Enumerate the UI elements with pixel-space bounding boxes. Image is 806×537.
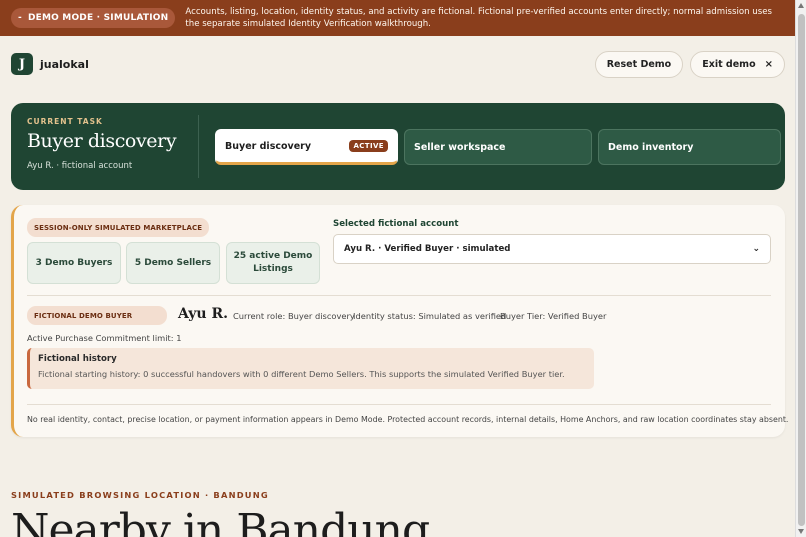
task-divider	[198, 115, 199, 178]
stat-demo-sellers: 5 Demo Sellers	[126, 242, 220, 284]
task-eyebrow: CURRENT TASK	[27, 117, 103, 126]
account-select[interactable]: Ayu R. · Verified Buyer · simulated ⌄	[333, 234, 771, 264]
history-title: Fictional history	[38, 354, 117, 364]
exit-demo-button[interactable]: Exit demo ×	[690, 50, 785, 78]
scrollbar-thumb[interactable]	[798, 14, 805, 526]
demo-mode-pill: - DEMO MODE · SIMULATION	[11, 8, 176, 28]
marketplace-chip: SESSION-ONLY SIMULATED MARKETPLACE	[27, 218, 210, 237]
demo-account-panel: SESSION-ONLY SIMULATED MARKETPLACE 3 Dem…	[11, 205, 789, 437]
task-title: Buyer discovery	[27, 130, 177, 152]
current-task-card: CURRENT TASK Buyer discovery Ayu R. · fi…	[11, 103, 785, 190]
identity-status: Identity status: Simulated as verified	[353, 311, 507, 321]
page-scrollbar[interactable]	[795, 0, 806, 537]
account-select-label: Selected fictional account	[333, 219, 459, 229]
account-select-value: Ayu R. · Verified Buyer · simulated	[344, 244, 511, 254]
app-header: J jualokal Reset Demo Exit demo ×	[11, 50, 785, 78]
tab-label: Buyer discovery	[225, 140, 312, 152]
stat-demo-buyers: 3 Demo Buyers	[27, 242, 121, 284]
reset-demo-label: Reset Demo	[606, 58, 672, 70]
tab-demo-inventory[interactable]: Demo inventory	[598, 129, 781, 165]
task-tabs: Buyer discovery ACTIVE Seller workspace …	[215, 129, 781, 165]
panel-divider	[27, 404, 771, 405]
scroll-down-icon[interactable]	[798, 529, 804, 534]
reset-demo-button[interactable]: Reset Demo	[594, 50, 684, 78]
fictional-history-note: Fictional history Fictional starting his…	[27, 348, 594, 389]
close-icon: ×	[764, 58, 773, 70]
stat-active-listings: 25 active Demo Listings	[226, 242, 320, 284]
current-role: Current role: Buyer discovery	[233, 311, 355, 321]
privacy-notice: No real identity, contact, precise locat…	[27, 415, 789, 424]
brand-name[interactable]: jualokal	[40, 58, 89, 71]
demo-mode-banner: - DEMO MODE · SIMULATION Accounts, listi…	[0, 0, 795, 36]
buyer-name: Ayu R.	[178, 306, 228, 322]
pill-dash: -	[18, 13, 22, 23]
buyer-chip: FICTIONAL DEMO BUYER	[27, 306, 167, 325]
active-badge: ACTIVE	[349, 140, 388, 152]
buyer-tier: Buyer Tier: Verified Buyer	[500, 311, 607, 321]
panel-divider	[27, 295, 771, 296]
tab-buyer-discovery[interactable]: Buyer discovery ACTIVE	[215, 129, 398, 165]
tab-label: Demo inventory	[608, 141, 694, 153]
history-text: Fictional starting history: 0 successful…	[38, 369, 565, 379]
nearby-title: Nearby in Bandung	[11, 505, 430, 537]
chevron-down-icon: ⌄	[752, 244, 760, 254]
tab-seller-workspace[interactable]: Seller workspace	[404, 129, 592, 165]
task-summary: CURRENT TASK Buyer discovery Ayu R. · fi…	[27, 117, 177, 171]
exit-demo-label: Exit demo	[702, 58, 756, 70]
purchase-limit: Active Purchase Commitment limit: 1	[27, 333, 182, 343]
banner-text: Accounts, listing, location, identity st…	[185, 6, 772, 30]
pill-label: DEMO MODE · SIMULATION	[27, 13, 169, 23]
header-actions: Reset Demo Exit demo ×	[594, 50, 785, 78]
location-eyebrow: SIMULATED BROWSING LOCATION · BANDUNG	[11, 490, 269, 500]
logo-icon[interactable]: J	[11, 53, 33, 75]
task-subtitle: Ayu R. · fictional account	[27, 161, 133, 171]
scroll-up-icon[interactable]	[798, 3, 804, 8]
tab-label: Seller workspace	[414, 141, 506, 153]
